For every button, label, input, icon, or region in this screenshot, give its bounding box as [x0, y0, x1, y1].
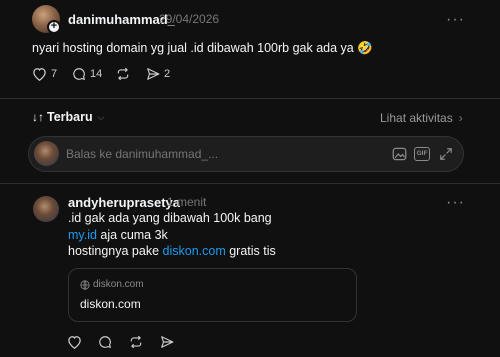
globe-icon	[80, 280, 90, 290]
sort-arrows-icon: ↓↑	[32, 110, 44, 124]
reply-author-avatar[interactable]	[33, 196, 59, 222]
share-count: 2	[164, 68, 171, 80]
sort-label: Terbaru	[47, 110, 93, 124]
post-date: 29/04/2026	[159, 12, 220, 26]
heart-icon	[67, 335, 82, 349]
repost-icon	[116, 67, 130, 81]
reply-more-options-icon[interactable]: ···	[446, 195, 465, 211]
reply-line-2-text: aja cuma 3k	[96, 228, 168, 242]
reply-line-1: .id gak ada yang dibawah 100k bang	[68, 211, 272, 225]
reply-comment-button[interactable]	[98, 335, 112, 349]
reply-author-username[interactable]: andyheruprasetya	[68, 195, 180, 210]
comment-icon	[72, 67, 86, 81]
reply-repost-button[interactable]	[129, 335, 143, 349]
reply-line-3-text: gratis tis	[225, 244, 276, 258]
post-more-options-icon[interactable]: ···	[446, 12, 465, 28]
comment-count: 14	[90, 68, 103, 80]
chevron-down-icon: ⌵	[97, 111, 105, 122]
follow-plus-icon[interactable]: +	[47, 20, 61, 34]
reply-share-button[interactable]	[160, 335, 174, 349]
share-icon	[146, 67, 160, 81]
comment-button[interactable]: 14	[72, 67, 102, 81]
reply-time: 1 menit	[167, 195, 207, 209]
like-count: 7	[51, 68, 58, 80]
like-button[interactable]: 7	[32, 67, 57, 81]
share-button[interactable]: 2	[146, 67, 170, 81]
reply-line-3-prefix: hostingnya pake	[68, 244, 163, 258]
comment-icon	[98, 335, 112, 349]
heart-icon	[32, 67, 47, 81]
diskon-link[interactable]: diskon.com	[163, 244, 226, 258]
reply-line-3: hostingnya pake diskon.com gratis tis	[68, 244, 276, 258]
sort-dropdown[interactable]: ↓↑ Terbaru ⌵	[32, 110, 104, 124]
link-preview-title: diskon.com	[80, 297, 141, 311]
view-activity-label: Lihat aktivitas	[380, 111, 453, 125]
chevron-right-icon: ›	[458, 111, 463, 125]
image-icon[interactable]	[392, 147, 407, 161]
reply-like-button[interactable]	[67, 335, 82, 349]
reply-line-2: my.id aja cuma 3k	[68, 228, 168, 242]
post-text: nyari hosting domain yg jual .id dibawah…	[32, 41, 373, 55]
repost-button[interactable]	[116, 67, 130, 81]
view-activity-link[interactable]: Lihat aktivitas ›	[380, 111, 463, 125]
current-user-avatar	[34, 141, 59, 166]
link-preview-domain: diskon.com	[93, 279, 144, 290]
share-icon	[160, 335, 174, 349]
repost-icon	[129, 335, 143, 349]
reply-divider	[0, 183, 500, 184]
link-preview-card[interactable]	[68, 268, 357, 322]
expand-icon[interactable]	[439, 147, 453, 161]
reply-input[interactable]	[66, 144, 306, 164]
gif-icon[interactable]: GIF	[414, 147, 430, 161]
section-divider	[0, 98, 500, 99]
my-id-link[interactable]: my.id	[68, 228, 97, 242]
